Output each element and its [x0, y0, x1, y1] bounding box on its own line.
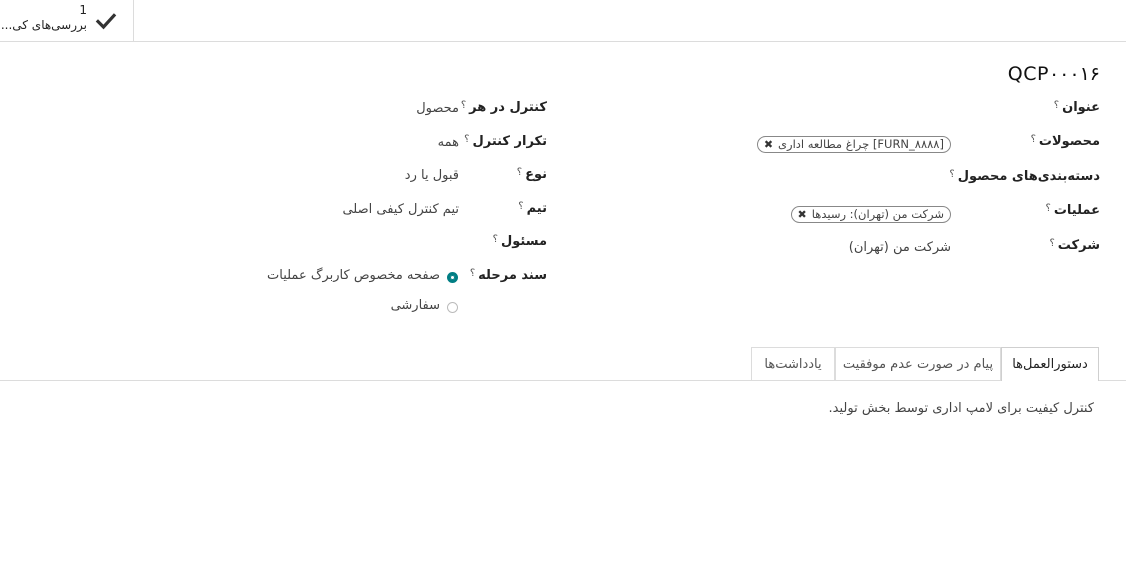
control-frequency-field[interactable]: همه — [438, 135, 459, 150]
responsible-label: مسئول؟ — [492, 234, 547, 249]
company-label: شرکت؟ — [1049, 238, 1100, 253]
help-icon[interactable]: ؟ — [1031, 134, 1036, 145]
tag-remove-icon[interactable]: ✖ — [798, 208, 807, 221]
operation-tag[interactable]: شرکت من (تهران): رسیدها✖ — [790, 206, 951, 223]
step-option-custom-label[interactable]: سفارشی — [391, 298, 440, 313]
help-icon[interactable]: ؟ — [464, 134, 469, 145]
team-field[interactable]: تیم کنترل کیفی اصلی — [342, 202, 459, 217]
tab-instructions[interactable]: دستورالعمل‌ها — [1001, 347, 1099, 381]
company-field[interactable]: شرکت من (تهران) — [849, 240, 951, 255]
step-document-label: سند مرحله؟ — [469, 268, 547, 283]
help-icon[interactable]: ؟ — [493, 234, 498, 245]
products-label: محصولات؟ — [1030, 134, 1100, 149]
product-categories-label: دسته‌بندی‌های محصول؟ — [949, 169, 1100, 184]
control-frequency-label: تکرار کنترل؟ — [464, 134, 547, 149]
instructions-text[interactable]: کنترل کیفیت برای لامپ اداری توسط بخش تول… — [829, 401, 1094, 416]
help-icon[interactable]: ؟ — [949, 169, 954, 180]
smart-button-count: 1 — [79, 3, 87, 17]
control-panel — [0, 0, 1126, 42]
tab-failure-message[interactable]: پیام در صورت عدم موفقیت — [835, 347, 1001, 380]
record-reference: QCP۰۰۰۱۶ — [1007, 63, 1100, 85]
help-icon[interactable]: ؟ — [1054, 100, 1059, 111]
team-label: تیم؟ — [518, 201, 547, 216]
type-label: نوع؟ — [516, 167, 547, 182]
help-icon[interactable]: ؟ — [1049, 238, 1054, 249]
help-icon[interactable]: ؟ — [1046, 203, 1051, 214]
help-icon[interactable]: ؟ — [461, 100, 466, 111]
check-icon — [95, 13, 117, 30]
product-tag[interactable]: [FURN_۸۸۸۸] چراغ مطالعه اداری✖ — [756, 136, 951, 153]
title-label: عنوان؟ — [1053, 100, 1100, 115]
quality-checks-smart-button[interactable]: 1 بررسی‌های کی... — [0, 0, 134, 41]
help-icon[interactable]: ؟ — [470, 268, 475, 279]
operations-label: عملیات؟ — [1045, 203, 1100, 218]
help-icon[interactable]: ؟ — [518, 201, 523, 212]
smart-button-label: بررسی‌های کی... — [0, 18, 87, 32]
tag-remove-icon[interactable]: ✖ — [764, 138, 773, 151]
step-option-worksheet-radio[interactable] — [447, 272, 458, 283]
tab-notes[interactable]: یادداشت‌ها — [751, 347, 835, 380]
control-per-field[interactable]: محصول — [416, 101, 459, 116]
type-field[interactable]: قبول یا رد — [405, 168, 459, 183]
step-option-worksheet-label[interactable]: صفحه مخصوص کاربرگ عملیات — [267, 268, 440, 283]
help-icon[interactable]: ؟ — [517, 167, 522, 178]
control-per-label: کنترل در هر؟ — [460, 100, 547, 115]
step-option-custom-radio[interactable] — [447, 302, 458, 313]
